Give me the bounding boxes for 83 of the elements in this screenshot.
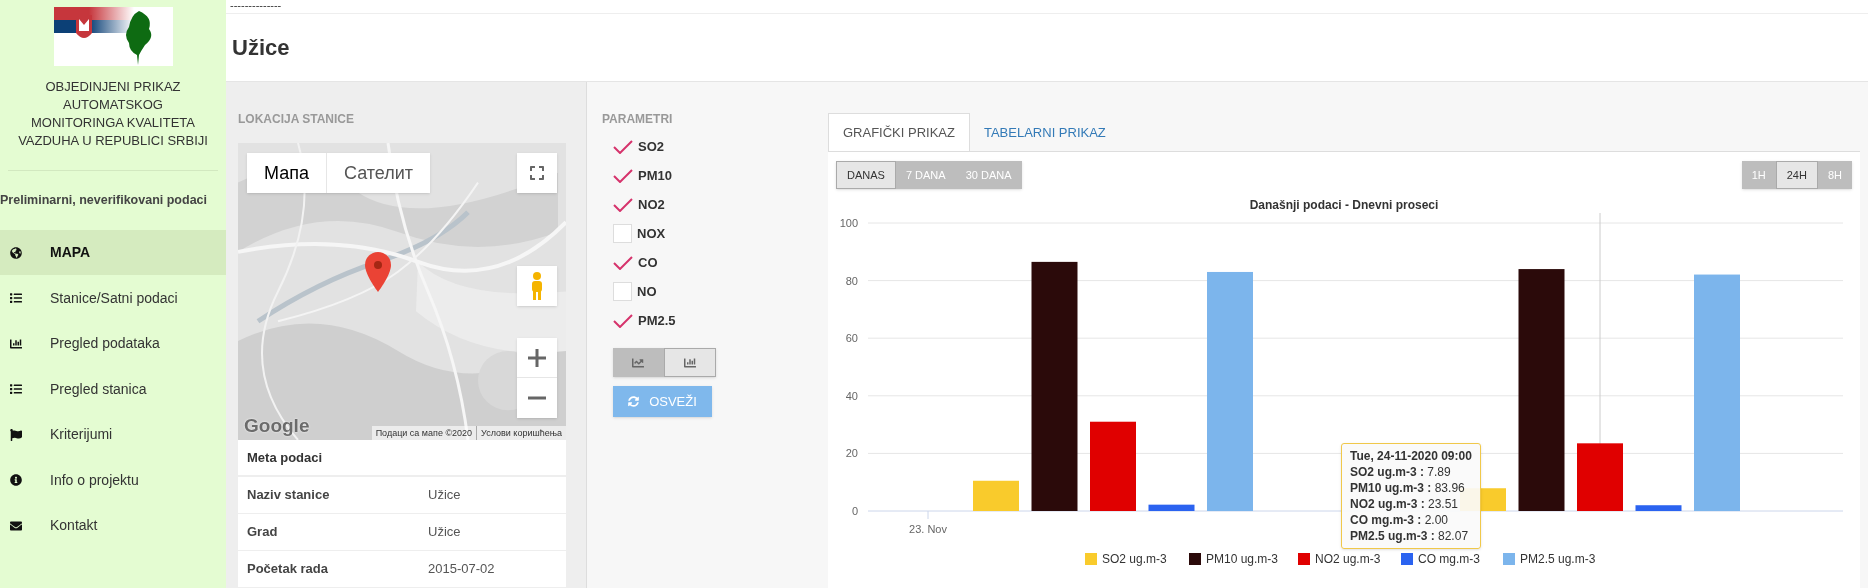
map-type-button[interactable]: Сателит — [325, 153, 431, 193]
parameter-label: NO — [637, 282, 657, 301]
flag-icon — [10, 428, 22, 441]
y-tick-label: 80 — [845, 274, 858, 287]
menu-item[interactable]: MAPA — [0, 229, 226, 276]
map-type-button[interactable]: Мапа — [247, 153, 326, 193]
y-tick-label: 40 — [845, 389, 858, 402]
menu-item[interactable]: Pregled stanica — [0, 366, 226, 412]
menu-item[interactable]: Stanice/Satni podaci — [0, 275, 226, 321]
parameter-label: NO2 — [638, 195, 665, 214]
plus-icon — [528, 348, 546, 367]
chart-tooltip: Tue, 24-11-2020 09:00 SO2 ug.m-3 : 7.89 PM10 ug.m-3 : 83.96 NO2 ug.m-3 : 23.51 CO mg.m-3 : 2.00 PM2.5 ug.m-3 : 82.07 — [1341, 443, 1481, 549]
menu-item[interactable]: Info o projektu — [0, 457, 226, 503]
fullscreen-button[interactable] — [517, 153, 557, 193]
chart-type-button[interactable] — [613, 348, 664, 377]
parameter-label: SO2 — [638, 137, 664, 156]
interval-button[interactable]: 24H — [1775, 161, 1818, 189]
meta-label: Grad — [247, 523, 279, 542]
checkmark-icon[interactable] — [613, 255, 633, 270]
menu-item[interactable]: Kriterijumi — [0, 411, 226, 458]
checkbox[interactable] — [613, 224, 632, 243]
line-chart-icon — [632, 356, 645, 369]
checkmark-icon[interactable] — [613, 197, 633, 212]
person-icon — [530, 272, 544, 300]
terms-link[interactable]: Услови коришћења — [477, 426, 566, 440]
legend-swatch — [1401, 553, 1413, 565]
bar — [973, 480, 1019, 511]
parameter-label: NOX — [637, 224, 666, 243]
map-logo: Google — [244, 416, 310, 435]
chart-title: Današnji podaci - Dnevni proseci — [1248, 197, 1440, 213]
legend-label[interactable]: NO2 ug.m-3 — [1315, 552, 1381, 566]
meta-label: Naziv stanice — [247, 486, 331, 505]
section-heading: PARAMETRI — [602, 112, 674, 126]
checkmark-icon[interactable] — [613, 139, 633, 154]
checkmark-icon[interactable] — [613, 313, 633, 328]
section-heading: LOKACIJA STANICE — [238, 112, 355, 126]
x-tick-label: 23. Nov — [909, 523, 947, 535]
parameter-label: PM10 — [638, 166, 672, 185]
meta-value: 2015-07-02 — [428, 560, 495, 579]
list-icon — [10, 383, 22, 395]
tab[interactable]: TABELARNI PRIKAZ — [969, 113, 1120, 152]
meta-value: Užice — [428, 486, 461, 505]
bar — [1577, 443, 1623, 511]
menu-item[interactable]: Pregled podataka — [0, 320, 226, 367]
page-title: Užice — [232, 34, 290, 62]
menu-item[interactable]: Kontakt — [0, 502, 226, 549]
envelope-icon — [10, 519, 22, 532]
legend-swatch — [1085, 553, 1097, 565]
y-tick-label: 60 — [845, 332, 858, 345]
y-tick-label: 0 — [851, 505, 858, 517]
meta-value: Užice — [428, 523, 461, 542]
legend-swatch — [1298, 553, 1310, 565]
checkmark-icon[interactable] — [613, 168, 633, 183]
fullscreen-icon — [529, 165, 545, 181]
legend-label[interactable]: SO2 ug.m-3 — [1102, 552, 1167, 566]
data-notice: Preliminarni, neverifikovani podaci — [0, 192, 208, 209]
checkbox[interactable] — [613, 282, 632, 301]
parameter-label: PM2.5 — [638, 311, 676, 330]
refresh-icon — [628, 396, 640, 407]
meta-label: Početak rada — [247, 560, 329, 579]
map-marker-icon — [365, 252, 391, 292]
y-tick-label: 20 — [845, 447, 858, 460]
app-title: OBJEDINJENI PRIKAZ AUTOMATSKOG MONITORINGA KVALITETA VAZDUHA U REPUBLICI SRBIJI — [17, 78, 209, 150]
bar-chart-icon — [10, 337, 22, 350]
parameter-label: CO — [638, 253, 658, 272]
legend-swatch — [1189, 553, 1201, 565]
bar — [1635, 505, 1682, 511]
minus-icon — [528, 396, 546, 400]
globe-icon — [10, 246, 22, 259]
range-button[interactable]: DANAS — [836, 161, 896, 189]
bar-chart-icon — [683, 356, 696, 369]
tab[interactable]: GRAFIČKI PRIKAZ — [828, 113, 970, 152]
legend-swatch — [1503, 553, 1515, 565]
legend-label[interactable]: CO mg.m-3 — [1418, 552, 1480, 566]
meta-heading: Meta podaci — [238, 440, 566, 477]
chart-type-button[interactable] — [663, 348, 716, 377]
bar — [1148, 504, 1195, 511]
list-icon — [10, 292, 22, 304]
info-icon — [10, 474, 22, 486]
y-tick-label: 100 — [839, 217, 858, 229]
dashes-text: -------------- — [230, 0, 283, 11]
legend-label[interactable]: PM10 ug.m-3 — [1206, 552, 1279, 566]
legend-label[interactable]: PM2.5 ug.m-3 — [1520, 552, 1596, 566]
